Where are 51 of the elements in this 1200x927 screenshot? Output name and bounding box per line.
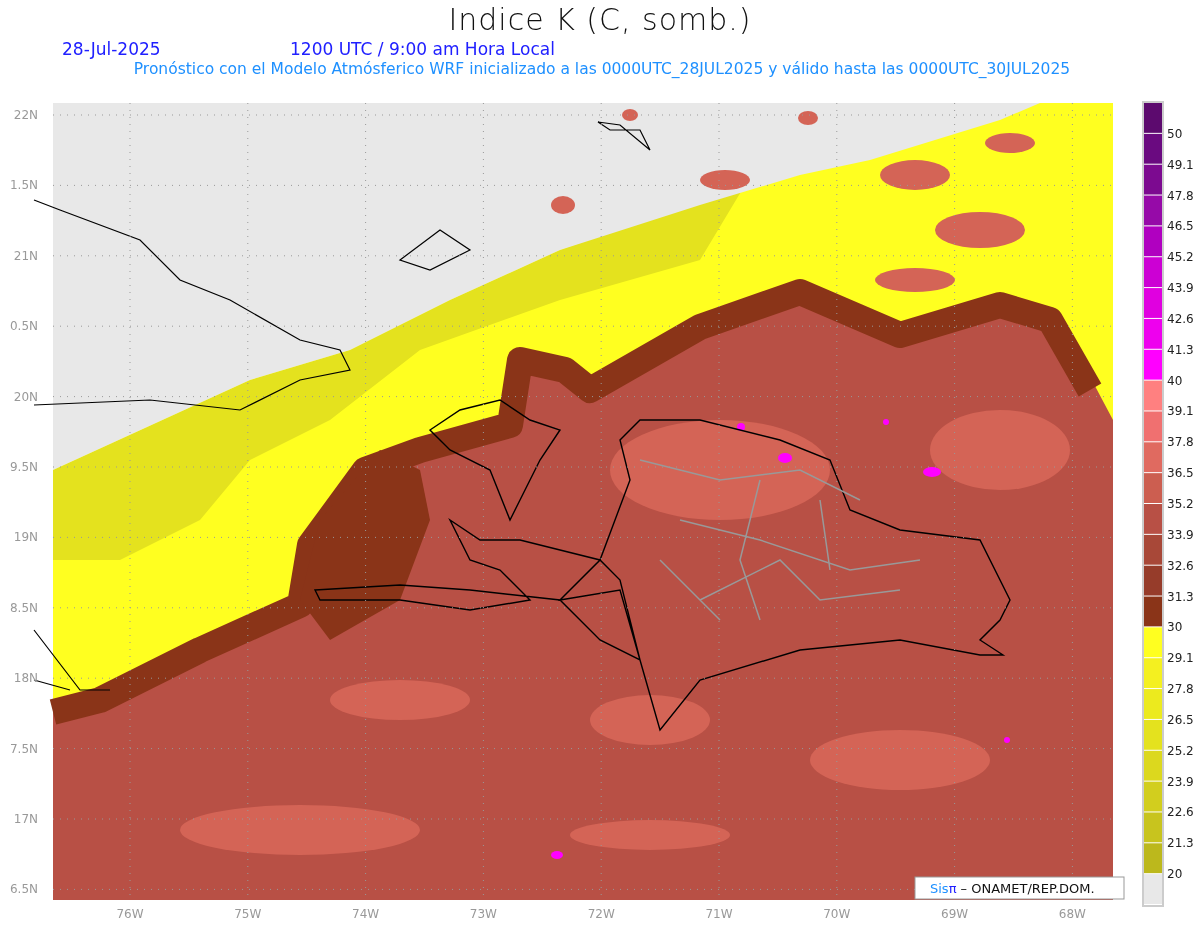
longitude-label: 75W <box>234 907 262 921</box>
legend-label: 36.5 <box>1167 466 1194 481</box>
longitude-label: 69W <box>941 907 969 921</box>
legend-label: 43.9 <box>1167 281 1194 296</box>
chart-title: Indice K (C, somb.) <box>447 1 753 37</box>
legend-label: 39.1 <box>1167 404 1194 419</box>
latitude-label: 22N <box>13 108 38 122</box>
longitude-label: 70W <box>823 907 851 921</box>
longitude-label: 74W <box>352 907 380 921</box>
legend-label: 35.2 <box>1167 497 1194 511</box>
longitude-label: 68W <box>1058 907 1086 921</box>
latitude-label: 0.5N <box>9 319 38 334</box>
time-text: 1200 UTC / 9:00 am Hora Local <box>290 39 555 60</box>
longitude-label: 72W <box>587 907 615 921</box>
longitude-label: 71W <box>705 907 733 921</box>
legend-label: 27.8 <box>1167 682 1194 697</box>
latitude-label: 1.5N <box>9 178 38 193</box>
credit-text: Sisπ – ONAMET/REP.DOM. <box>930 881 1095 896</box>
legend-label: 20 <box>1167 867 1183 882</box>
latitude-label: 9.5N <box>9 460 38 474</box>
legend-label: 46.5 <box>1167 219 1194 234</box>
legend-label: 40 <box>1167 373 1183 388</box>
legend-label: 25.2 <box>1167 743 1194 758</box>
legend-label: 29.1 <box>1167 651 1194 666</box>
legend-label: 23.9 <box>1167 774 1194 789</box>
latitude-label: 20N <box>13 389 38 404</box>
forecast-description: Pronóstico con el Modelo Atmósferico WRF inicializado a las 0000UTC_28JUL2025 y válido hasta las 0000UTC_30JUL2025 <box>132 60 1072 78</box>
legend-label: 50 <box>1167 126 1183 141</box>
legend-label: 37.8 <box>1167 435 1194 450</box>
latitude-label: 17N <box>13 812 38 826</box>
latitude-label: 18N <box>13 671 38 686</box>
legend-label: 30 <box>1167 620 1183 635</box>
legend-label: 33.9 <box>1167 527 1194 542</box>
legend-label: 45.2 <box>1167 250 1194 265</box>
longitude-label: 73W <box>469 907 497 921</box>
legend-label: 31.3 <box>1167 589 1194 604</box>
legend-label: 32.6 <box>1167 558 1194 573</box>
latitude-label: 19N <box>13 530 38 545</box>
legend-label: 26.5 <box>1167 712 1194 727</box>
legend-label: 47.8 <box>1167 188 1194 203</box>
longitude-label: 76W <box>116 907 144 921</box>
legend-label: 49.1 <box>1167 157 1194 172</box>
legend-label: 41.3 <box>1167 342 1194 357</box>
latitude-label: 8.5N <box>9 600 38 615</box>
latitude-label: 21N <box>13 248 38 263</box>
date-text: 28-Jul-2025 <box>62 39 162 60</box>
legend-label: 42.6 <box>1167 311 1194 326</box>
legend-label: 21.3 <box>1167 836 1194 851</box>
latitude-label: 7.5N <box>9 741 38 756</box>
latitude-label: 6.5N <box>9 882 38 897</box>
legend-label: 22.6 <box>1167 805 1194 820</box>
